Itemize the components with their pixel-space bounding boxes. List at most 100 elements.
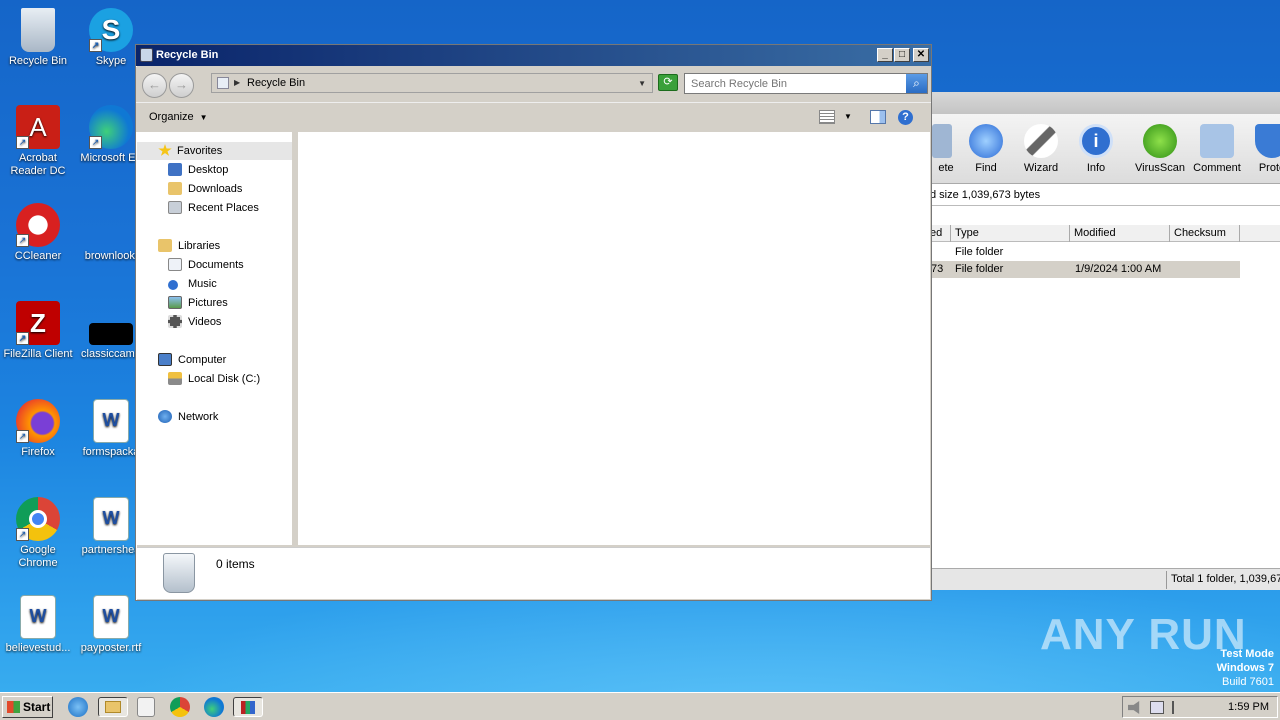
background-app-window[interactable]: ete Find Wizard i Info VirusScan Comment … [925,92,1280,590]
bg-address-bar[interactable]: d size 1,039,673 bytes [926,184,1280,206]
navigation-pane: Favorites Desktop Downloads Recent Place… [137,132,295,545]
videos-icon [168,315,182,328]
column-header-checksum[interactable]: Checksum [1170,225,1240,242]
recycle-bin-small-icon [217,77,229,89]
view-options-dropdown-icon[interactable]: ▼ [844,112,860,126]
forward-button[interactable]: → [169,73,194,98]
windows-version-line: Windows 7 [1216,662,1274,674]
explorer-taskbar-button[interactable] [98,697,128,717]
window-titlebar[interactable]: Recycle Bin _ □ ✕ [136,45,931,66]
word-doc-icon: W [93,399,129,443]
breadcrumb[interactable]: Recycle Bin [247,77,305,89]
desktop-icon-acrobat[interactable]: A ↗ Acrobat Reader DC [0,105,76,178]
clock[interactable]: 1:59 PM [1228,701,1269,713]
delete-icon [932,124,952,158]
taskbar: Start 1:59 PM [0,692,1280,720]
bg-statusbar: Total 1 folder, 1,039,673 [926,568,1280,590]
tool-label: ete [938,162,954,174]
address-bar[interactable]: ▶ Recycle Bin ▼ [211,73,653,93]
test-mode-line: Test Mode [1220,648,1274,660]
volume-icon[interactable] [1128,701,1140,714]
tool-label: Info [1086,162,1106,174]
search-box[interactable]: ⌕ [684,73,928,94]
media-player-icon[interactable] [137,697,155,717]
back-button[interactable]: ← [142,73,167,98]
acrobat-icon: A ↗ [16,105,60,149]
find-tool-button[interactable]: Find [958,124,1014,174]
nav-label: Favorites [177,145,223,157]
protect-tool-button[interactable]: Prote [1244,124,1280,174]
recent-places-icon [168,201,182,214]
command-bar: Organize ▼ ▼ ? [136,102,931,132]
comment-tool-button[interactable]: Comment [1189,124,1245,174]
edge-taskbar-icon[interactable] [204,697,224,717]
nav-label: Music [188,278,217,290]
desktop-icon-payposter[interactable]: W payposter.rtf [73,595,149,655]
libraries-icon [158,239,172,252]
desktop-icon-chrome[interactable]: ↗ Google Chrome [0,497,76,570]
word-doc-icon: W [93,497,129,541]
desktop-icon-label: Google Chrome [18,544,58,569]
help-icon[interactable]: ? [898,110,913,125]
search-icon[interactable]: ⌕ [906,74,927,93]
shield-icon [1255,124,1280,158]
desktop-icon-ccleaner[interactable]: ↗ CCleaner [0,203,76,263]
action-center-flag-icon[interactable] [1172,701,1186,714]
desktop-icon [168,163,182,176]
breadcrumb-arrow-icon[interactable]: ▶ [234,78,240,87]
network-tray-icon[interactable] [1150,701,1164,714]
desktop-icon-label: Skype [95,55,127,67]
windows-logo-icon [7,701,20,713]
table-row[interactable]: 73 File folder 1/9/2024 1:00 AM [926,261,1240,278]
search-input[interactable] [685,74,900,93]
recycle-bin-window[interactable]: Recycle Bin _ □ ✕ ← → ▶ Recycle Bin ▼ ⟳ … [135,44,932,601]
start-button[interactable]: Start [2,696,53,718]
nav-favorites[interactable]: Favorites [137,142,292,160]
app-taskbar-button[interactable] [233,697,263,717]
wizard-tool-button[interactable]: Wizard [1013,124,1069,174]
chevron-down-icon: ▼ [199,113,208,122]
nav-label: Pictures [188,297,228,309]
desktop-icon-label: believestud... [5,642,71,654]
bug-icon [1143,124,1177,158]
virusscan-tool-button[interactable]: VirusScan [1132,124,1188,174]
table-row[interactable]: File folder [926,244,1240,261]
row-size: 73 [931,263,944,275]
column-header-modified[interactable]: Modified [1070,225,1170,242]
desktop-icon-firefox[interactable]: ↗ Firefox [0,399,76,459]
bg-window-titlebar[interactable] [926,92,1280,114]
chrome-taskbar-icon[interactable] [170,697,190,717]
tool-label: VirusScan [1135,162,1185,174]
internet-explorer-icon[interactable] [68,697,88,717]
pictures-icon [168,296,182,309]
address-dropdown-icon[interactable]: ▼ [638,79,646,88]
close-button[interactable]: ✕ [913,48,929,62]
row-modified: 1/9/2024 1:00 AM [1075,263,1162,275]
bg-toolbar: ete Find Wizard i Info VirusScan Comment … [926,114,1280,184]
chrome-icon: ↗ [16,497,60,541]
change-view-icon[interactable] [819,110,835,124]
row-type: File folder [955,246,1004,258]
preview-pane-icon[interactable] [870,110,886,124]
organize-button[interactable]: Organize ▼ [149,111,208,123]
refresh-button[interactable]: ⟳ [658,74,678,91]
file-list-area[interactable] [298,132,930,545]
desktop-icon-label: Acrobat Reader DC [10,152,66,177]
column-header-type[interactable]: Type [951,225,1070,242]
firefox-icon: ↗ [16,399,60,443]
desktop-icon-label: Firefox [21,446,55,458]
desktop-icon-recycle-bin[interactable]: Recycle Bin [0,8,76,68]
recycle-bin-icon [21,8,55,52]
desktop-icon-label: Recycle Bin [8,55,68,67]
maximize-button[interactable]: □ [894,48,910,62]
downloads-folder-icon [168,182,182,195]
info-tool-button[interactable]: i Info [1068,124,1124,174]
desktop-icon-filezilla[interactable]: Z ↗ FileZilla Client [0,301,76,361]
desktop-icon-label: payposter.rtf [80,642,142,654]
info-icon: i [1079,124,1113,158]
minimize-button[interactable]: _ [877,48,893,62]
tool-label: Comment [1193,162,1241,174]
desktop-icon-believestud[interactable]: W believestud... [0,595,76,655]
recycle-bin-icon [163,553,195,593]
build-line: Build 7601 [1222,676,1274,688]
